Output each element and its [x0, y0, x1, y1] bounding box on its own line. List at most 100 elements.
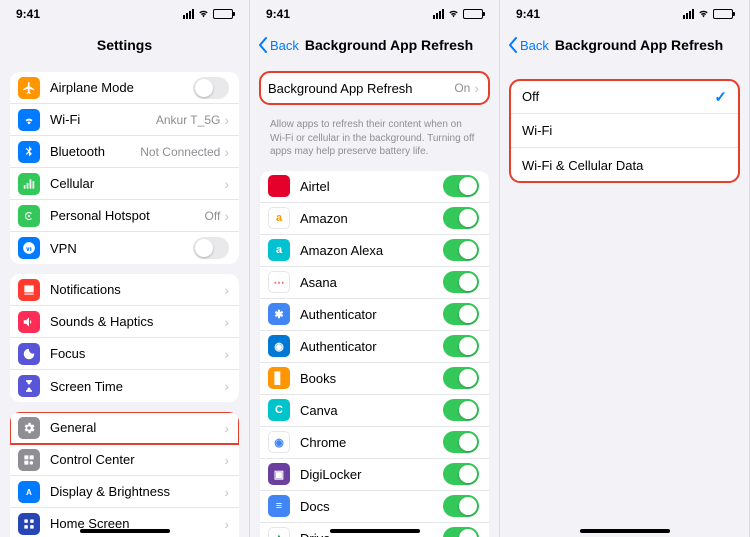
- option-wifi[interactable]: Wi-Fi: [510, 114, 739, 148]
- option-off[interactable]: Off✓: [510, 80, 739, 114]
- status-indicators: [433, 9, 483, 19]
- settings-row-vpn[interactable]: VPN: [10, 232, 239, 264]
- auth2-toggle[interactable]: [443, 335, 479, 357]
- airtel-app-icon: [268, 175, 290, 197]
- alexa-app-icon: a: [268, 239, 290, 261]
- chevron-right-icon: ›: [224, 282, 229, 298]
- chevron-right-icon: ›: [224, 208, 229, 224]
- background-refresh-row[interactable]: Background App Refresh On ›: [260, 72, 489, 104]
- sounds-icon: [18, 311, 40, 333]
- row-label: Personal Hotspot: [50, 208, 205, 223]
- home-indicator[interactable]: [80, 529, 170, 533]
- home-indicator[interactable]: [580, 529, 670, 533]
- controlcenter-icon: [18, 449, 40, 471]
- row-label: Wi-Fi: [50, 112, 156, 127]
- settings-group: Airplane Mode Wi-FiAnkur T_5G › BluetoothNo…: [10, 72, 239, 264]
- wifi-icon: [18, 109, 40, 131]
- status-indicators: [683, 9, 733, 19]
- hotspot-icon: [18, 205, 40, 227]
- chevron-right-icon: ›: [224, 314, 229, 330]
- books-toggle[interactable]: [443, 367, 479, 389]
- auth2-app-icon: ◉: [268, 335, 290, 357]
- amazon-toggle[interactable]: [443, 207, 479, 229]
- chevron-right-icon: ›: [474, 80, 479, 96]
- screen-background-refresh: 9:41 Back Background App Refresh Backgro…: [250, 0, 500, 537]
- app-row-digilocker: ▣DigiLocker: [260, 459, 489, 491]
- settings-row-display[interactable]: ADisplay & Brightness›: [10, 476, 239, 508]
- app-label: Docs: [300, 499, 443, 514]
- app-label: Canva: [300, 403, 443, 418]
- status-indicators: [183, 9, 233, 19]
- auth1-app-icon: ✱: [268, 303, 290, 325]
- wifi-icon: [697, 9, 710, 19]
- battery-icon: [713, 9, 733, 19]
- settings-row-hotspot[interactable]: Personal HotspotOff›: [10, 200, 239, 232]
- home-indicator[interactable]: [330, 529, 420, 533]
- wifi-icon: [447, 9, 460, 19]
- airplane-toggle[interactable]: [193, 77, 229, 99]
- battery-icon: [463, 9, 483, 19]
- alexa-toggle[interactable]: [443, 239, 479, 261]
- options-list[interactable]: Off✓ Wi-Fi Wi-Fi & Cellular Data: [500, 62, 749, 537]
- settings-row-airplane[interactable]: Airplane Mode: [10, 72, 239, 104]
- screen-settings: 9:41 Settings Airplane Mode Wi-FiAnkur T_…: [0, 0, 250, 537]
- refresh-list[interactable]: Background App Refresh On › Allow apps t…: [250, 62, 499, 537]
- app-label: Authenticator: [300, 339, 443, 354]
- row-label: Bluetooth: [50, 144, 140, 159]
- back-button[interactable]: Back: [508, 37, 549, 53]
- settings-row-controlcenter[interactable]: Control Center›: [10, 444, 239, 476]
- battery-icon: [213, 9, 233, 19]
- digilocker-toggle[interactable]: [443, 463, 479, 485]
- app-row-amazon: aAmazon: [260, 203, 489, 235]
- nav-bar: Back Background App Refresh: [250, 28, 499, 62]
- settings-row-screentime[interactable]: Screen Time›: [10, 370, 239, 402]
- homescreen-icon: [18, 513, 40, 535]
- settings-row-cellular[interactable]: Cellular›: [10, 168, 239, 200]
- app-row-auth1: ✱Authenticator: [260, 299, 489, 331]
- back-label: Back: [270, 38, 299, 53]
- cellular-signal-icon: [683, 9, 694, 19]
- row-label: Airplane Mode: [50, 80, 193, 95]
- asana-toggle[interactable]: [443, 271, 479, 293]
- chevron-right-icon: ›: [224, 112, 229, 128]
- nav-bar: Settings: [0, 28, 249, 62]
- settings-row-general[interactable]: General›: [10, 412, 239, 444]
- status-time: 9:41: [516, 7, 540, 21]
- app-row-asana: ⋯Asana: [260, 267, 489, 299]
- settings-group: Notifications›Sounds & Haptics›Focus›Scr…: [10, 274, 239, 402]
- digilocker-app-icon: ▣: [268, 463, 290, 485]
- app-label: Amazon: [300, 211, 443, 226]
- row-detail: On: [454, 81, 470, 95]
- status-bar: 9:41: [250, 0, 499, 28]
- back-button[interactable]: Back: [258, 37, 299, 53]
- option-wificell[interactable]: Wi-Fi & Cellular Data: [510, 148, 739, 182]
- airtel-toggle[interactable]: [443, 175, 479, 197]
- settings-list[interactable]: Airplane ModeWi-FiAnkur T_5G›BluetoothNo…: [0, 62, 249, 537]
- app-label: Asana: [300, 275, 443, 290]
- app-row-books: ▋Books: [260, 363, 489, 395]
- page-title: Settings: [0, 37, 249, 53]
- status-bar: 9:41: [0, 0, 249, 28]
- docs-app-icon: ≡: [268, 495, 290, 517]
- app-row-airtel: Airtel: [260, 171, 489, 203]
- row-detail: Ankur T_5G: [156, 113, 220, 127]
- canva-toggle[interactable]: [443, 399, 479, 421]
- app-list-group: AirtelaAmazonaAmazon Alexa⋯Asana✱Authent…: [260, 171, 489, 537]
- settings-row-notifications[interactable]: Notifications›: [10, 274, 239, 306]
- settings-row-sounds[interactable]: Sounds & Haptics›: [10, 306, 239, 338]
- notifications-icon: [18, 279, 40, 301]
- chevron-right-icon: ›: [224, 484, 229, 500]
- vpn-toggle[interactable]: [193, 237, 229, 259]
- vpn-icon: [18, 237, 40, 259]
- app-row-canva: CCanva: [260, 395, 489, 427]
- settings-row-focus[interactable]: Focus›: [10, 338, 239, 370]
- option-label: Wi-Fi & Cellular Data: [522, 158, 643, 173]
- app-label: Books: [300, 371, 443, 386]
- chrome-toggle[interactable]: [443, 431, 479, 453]
- auth1-toggle[interactable]: [443, 303, 479, 325]
- settings-row-bluetooth[interactable]: BluetoothNot Connected›: [10, 136, 239, 168]
- docs-toggle[interactable]: [443, 495, 479, 517]
- drive-toggle[interactable]: [443, 527, 479, 537]
- settings-row-wifi[interactable]: Wi-FiAnkur T_5G ›: [10, 104, 239, 136]
- option-label: Wi-Fi: [522, 123, 552, 138]
